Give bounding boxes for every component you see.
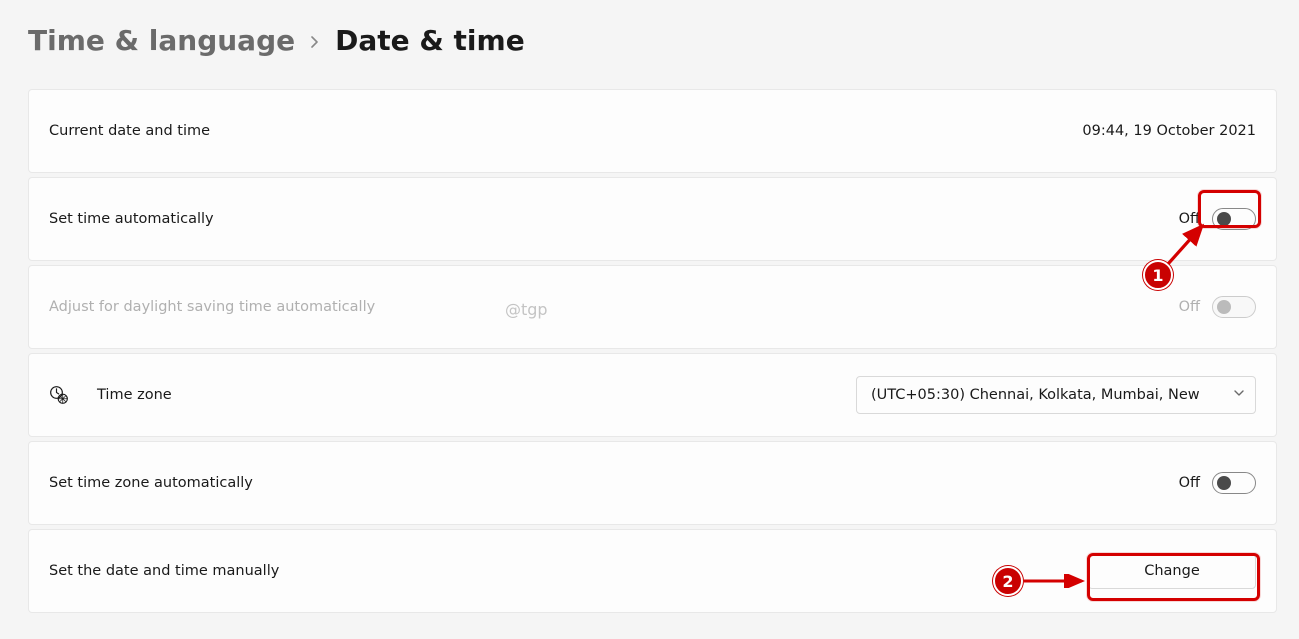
change-button[interactable]: Change (1088, 554, 1256, 589)
auto-time-state: Off (1179, 211, 1200, 227)
manual-datetime-label: Set the date and time manually (49, 563, 279, 579)
auto-timezone-row: Set time zone automatically Off (28, 441, 1277, 525)
timezone-row: Time zone (UTC+05:30) Chennai, Kolkata, … (28, 353, 1277, 437)
breadcrumb-parent[interactable]: Time & language (28, 24, 295, 57)
auto-time-label: Set time automatically (49, 211, 214, 227)
current-datetime-label: Current date and time (49, 123, 210, 139)
breadcrumb: Time & language Date & time (28, 24, 1277, 57)
current-datetime-value: 09:44, 19 October 2021 (1082, 123, 1256, 139)
auto-time-toggle[interactable] (1212, 208, 1256, 230)
page-title: Date & time (335, 24, 525, 57)
chevron-down-icon (1233, 387, 1245, 403)
dst-label: Adjust for daylight saving time automati… (49, 299, 375, 315)
dst-state: Off (1179, 299, 1200, 315)
timezone-selected-value: (UTC+05:30) Chennai, Kolkata, Mumbai, Ne… (871, 387, 1200, 403)
dst-toggle (1212, 296, 1256, 318)
current-datetime-row: Current date and time 09:44, 19 October … (28, 89, 1277, 173)
globe-clock-icon (49, 385, 69, 405)
auto-timezone-label: Set time zone automatically (49, 475, 253, 491)
manual-datetime-row: Set the date and time manually Change (28, 529, 1277, 613)
chevron-right-icon (309, 32, 321, 53)
timezone-select[interactable]: (UTC+05:30) Chennai, Kolkata, Mumbai, Ne… (856, 376, 1256, 414)
dst-row: Adjust for daylight saving time automati… (28, 265, 1277, 349)
auto-time-row: Set time automatically Off (28, 177, 1277, 261)
auto-timezone-toggle[interactable] (1212, 472, 1256, 494)
auto-timezone-state: Off (1179, 475, 1200, 491)
timezone-label: Time zone (97, 387, 172, 403)
